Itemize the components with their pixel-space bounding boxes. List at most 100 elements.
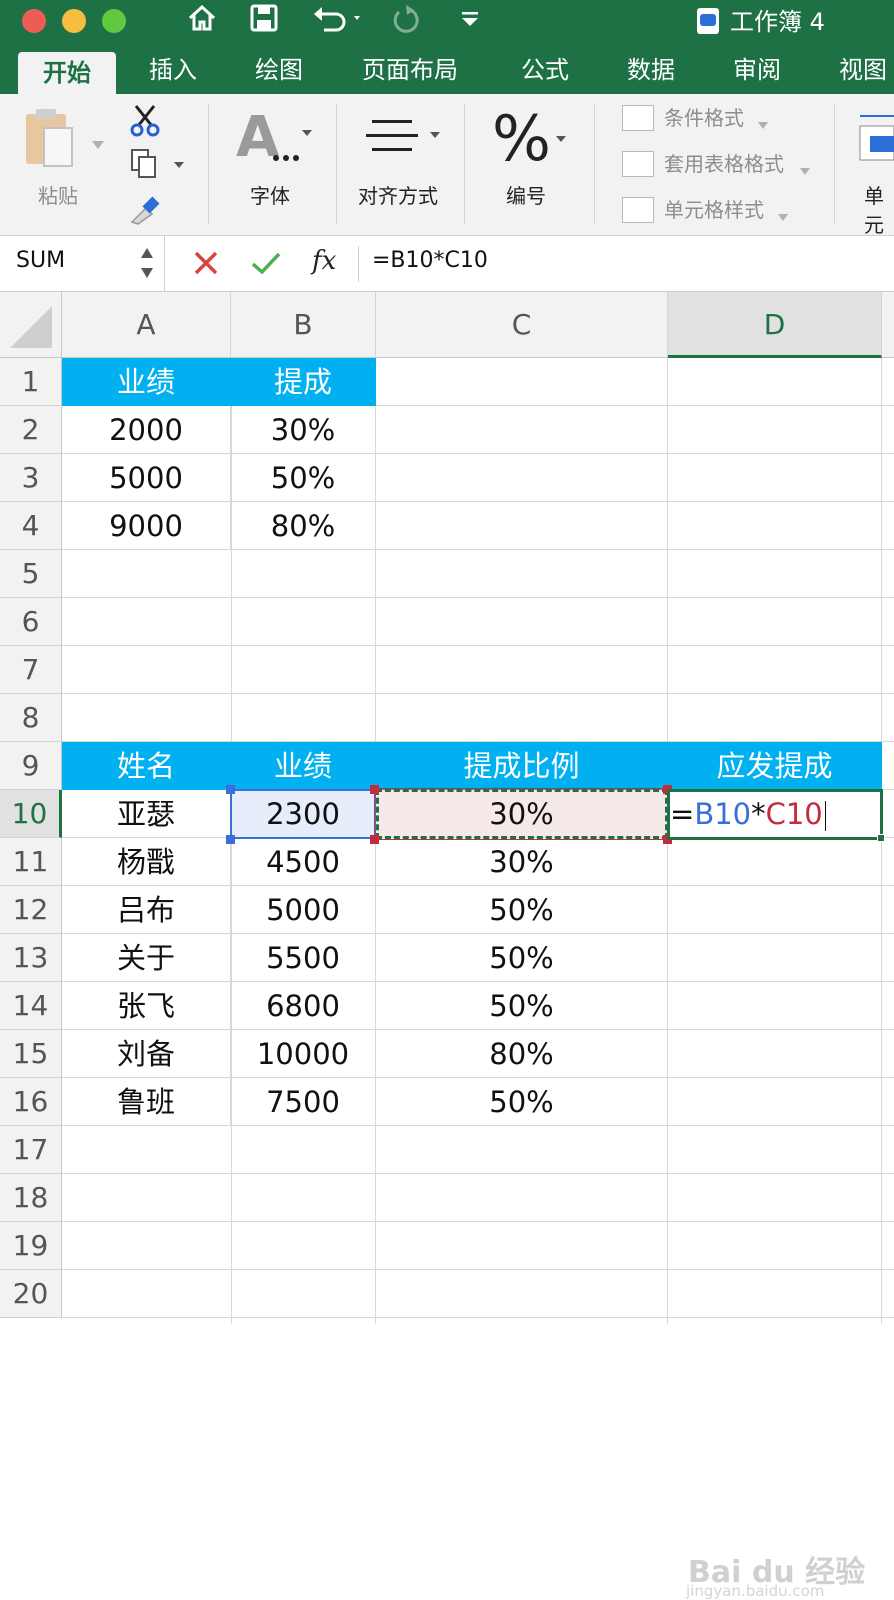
row-header-4[interactable]: 4 [0,502,62,550]
formula-bar: SUM fx =B10*C10 [0,236,894,292]
cell-c11[interactable]: 30% [376,838,668,886]
row-header-14[interactable]: 14 [0,982,62,1030]
row-header-15[interactable]: 15 [0,1030,62,1078]
tab-home[interactable]: 开始 [18,52,116,94]
cell-a4[interactable]: 9000 [62,502,231,550]
font-icon[interactable]: A [236,105,316,172]
formula-input[interactable]: =B10*C10 [372,248,488,273]
cell-c9[interactable]: 提成比例 [376,742,668,790]
column-header-b[interactable]: B [231,292,376,358]
scissors-icon[interactable] [128,104,162,142]
cell-a13[interactable]: 关于 [62,934,231,982]
cell-a3[interactable]: 5000 [62,454,231,502]
cell-b11[interactable]: 4500 [231,838,376,886]
cell-a10[interactable]: 亚瑟 [62,790,231,838]
cell-c14[interactable]: 50% [376,982,668,1030]
cell-b12[interactable]: 5000 [231,886,376,934]
cell-a1[interactable]: 业绩 [62,358,231,406]
row-header-19[interactable]: 19 [0,1222,62,1270]
row-header-5[interactable]: 5 [0,550,62,598]
percent-icon[interactable]: % [492,102,572,175]
tab-insert[interactable]: 插入 [128,46,218,94]
row-header-6[interactable]: 6 [0,598,62,646]
column-header-c[interactable]: C [376,292,668,358]
row-header-9[interactable]: 9 [0,742,62,790]
cell-c12[interactable]: 50% [376,886,668,934]
cell-a16[interactable]: 鲁班 [62,1078,231,1126]
ref-handle-c10-tl[interactable] [370,785,379,794]
font-label: 字体 [250,184,290,208]
select-all-corner[interactable] [0,292,62,358]
tab-draw[interactable]: 绘图 [234,46,324,94]
active-cell-d10[interactable]: =B10*C10 [667,789,883,840]
format-painter-icon[interactable] [128,194,162,230]
row-header-3[interactable]: 3 [0,454,62,502]
workbook-icon [697,8,719,34]
tab-formulas[interactable]: 公式 [500,46,590,94]
row-header-18[interactable]: 18 [0,1174,62,1222]
cell-b2[interactable]: 30% [231,406,376,454]
cell-a12[interactable]: 吕布 [62,886,231,934]
cell-b13[interactable]: 5500 [231,934,376,982]
cell-a14[interactable]: 张飞 [62,982,231,1030]
cell-a15[interactable]: 刘备 [62,1030,231,1078]
tab-page-layout[interactable]: 页面布局 [346,46,474,94]
column-header-d[interactable]: D [668,292,882,358]
row-header-20[interactable]: 20 [0,1270,62,1318]
cell-b9[interactable]: 业绩 [231,742,376,790]
fill-handle[interactable] [877,834,885,842]
cell-c15[interactable]: 80% [376,1030,668,1078]
cell-a9[interactable]: 姓名 [62,742,231,790]
copy-icon[interactable] [130,148,186,184]
cell-b4[interactable]: 80% [231,502,376,550]
home-icon[interactable] [186,2,218,45]
chevron-down-icon[interactable] [92,134,104,153]
name-box[interactable]: SUM [0,236,165,292]
column-header-e[interactable] [882,292,894,358]
cell-b3[interactable]: 50% [231,454,376,502]
cell-b14[interactable]: 6800 [231,982,376,1030]
row-header-11[interactable]: 11 [0,838,62,886]
tab-view[interactable]: 视图 [818,46,894,94]
formula-ref-c10: C10 [765,797,823,831]
save-icon[interactable] [249,2,279,45]
name-box-stepper-icon[interactable] [140,244,154,286]
ref-handle-c10-bl[interactable] [370,835,379,844]
minimize-window-button[interactable] [62,9,86,33]
align-icon[interactable] [364,116,444,164]
row-header-2[interactable]: 2 [0,406,62,454]
column-header-a[interactable]: A [62,292,231,358]
tab-review[interactable]: 审阅 [712,46,802,94]
ribbon-tabs: 开始 插入 绘图 页面布局 公式 数据 审阅 视图 [0,46,894,94]
row-header-10[interactable]: 10 [0,790,62,838]
row-header-1[interactable]: 1 [0,358,62,406]
row-header-12[interactable]: 12 [0,886,62,934]
redo-icon[interactable] [390,2,422,45]
close-window-button[interactable] [22,9,46,33]
cell-b16[interactable]: 7500 [231,1078,376,1126]
cells-icon[interactable] [858,108,894,166]
cancel-formula-icon[interactable] [193,250,219,280]
cell-d9[interactable]: 应发提成 [668,742,882,790]
row-header-8[interactable]: 8 [0,694,62,742]
insert-function-icon[interactable]: fx [312,246,336,276]
confirm-formula-icon[interactable] [250,250,282,280]
row-header-13[interactable]: 13 [0,934,62,982]
formula-divider [358,246,359,282]
row-header-17[interactable]: 17 [0,1126,62,1174]
cell-c16[interactable]: 50% [376,1078,668,1126]
cell-a11[interactable]: 杨戬 [62,838,231,886]
ref-handle-b10-bl[interactable] [226,835,235,844]
cell-a2[interactable]: 2000 [62,406,231,454]
undo-icon[interactable] [310,2,364,45]
row-header-16[interactable]: 16 [0,1078,62,1126]
cell-b1[interactable]: 提成 [231,358,376,406]
cell-c13[interactable]: 50% [376,934,668,982]
customize-icon[interactable] [458,2,482,45]
tab-data[interactable]: 数据 [606,46,696,94]
ref-handle-b10-tl[interactable] [226,785,235,794]
paste-icon[interactable] [22,106,78,174]
row-header-7[interactable]: 7 [0,646,62,694]
cell-b15[interactable]: 10000 [231,1030,376,1078]
zoom-window-button[interactable] [102,9,126,33]
